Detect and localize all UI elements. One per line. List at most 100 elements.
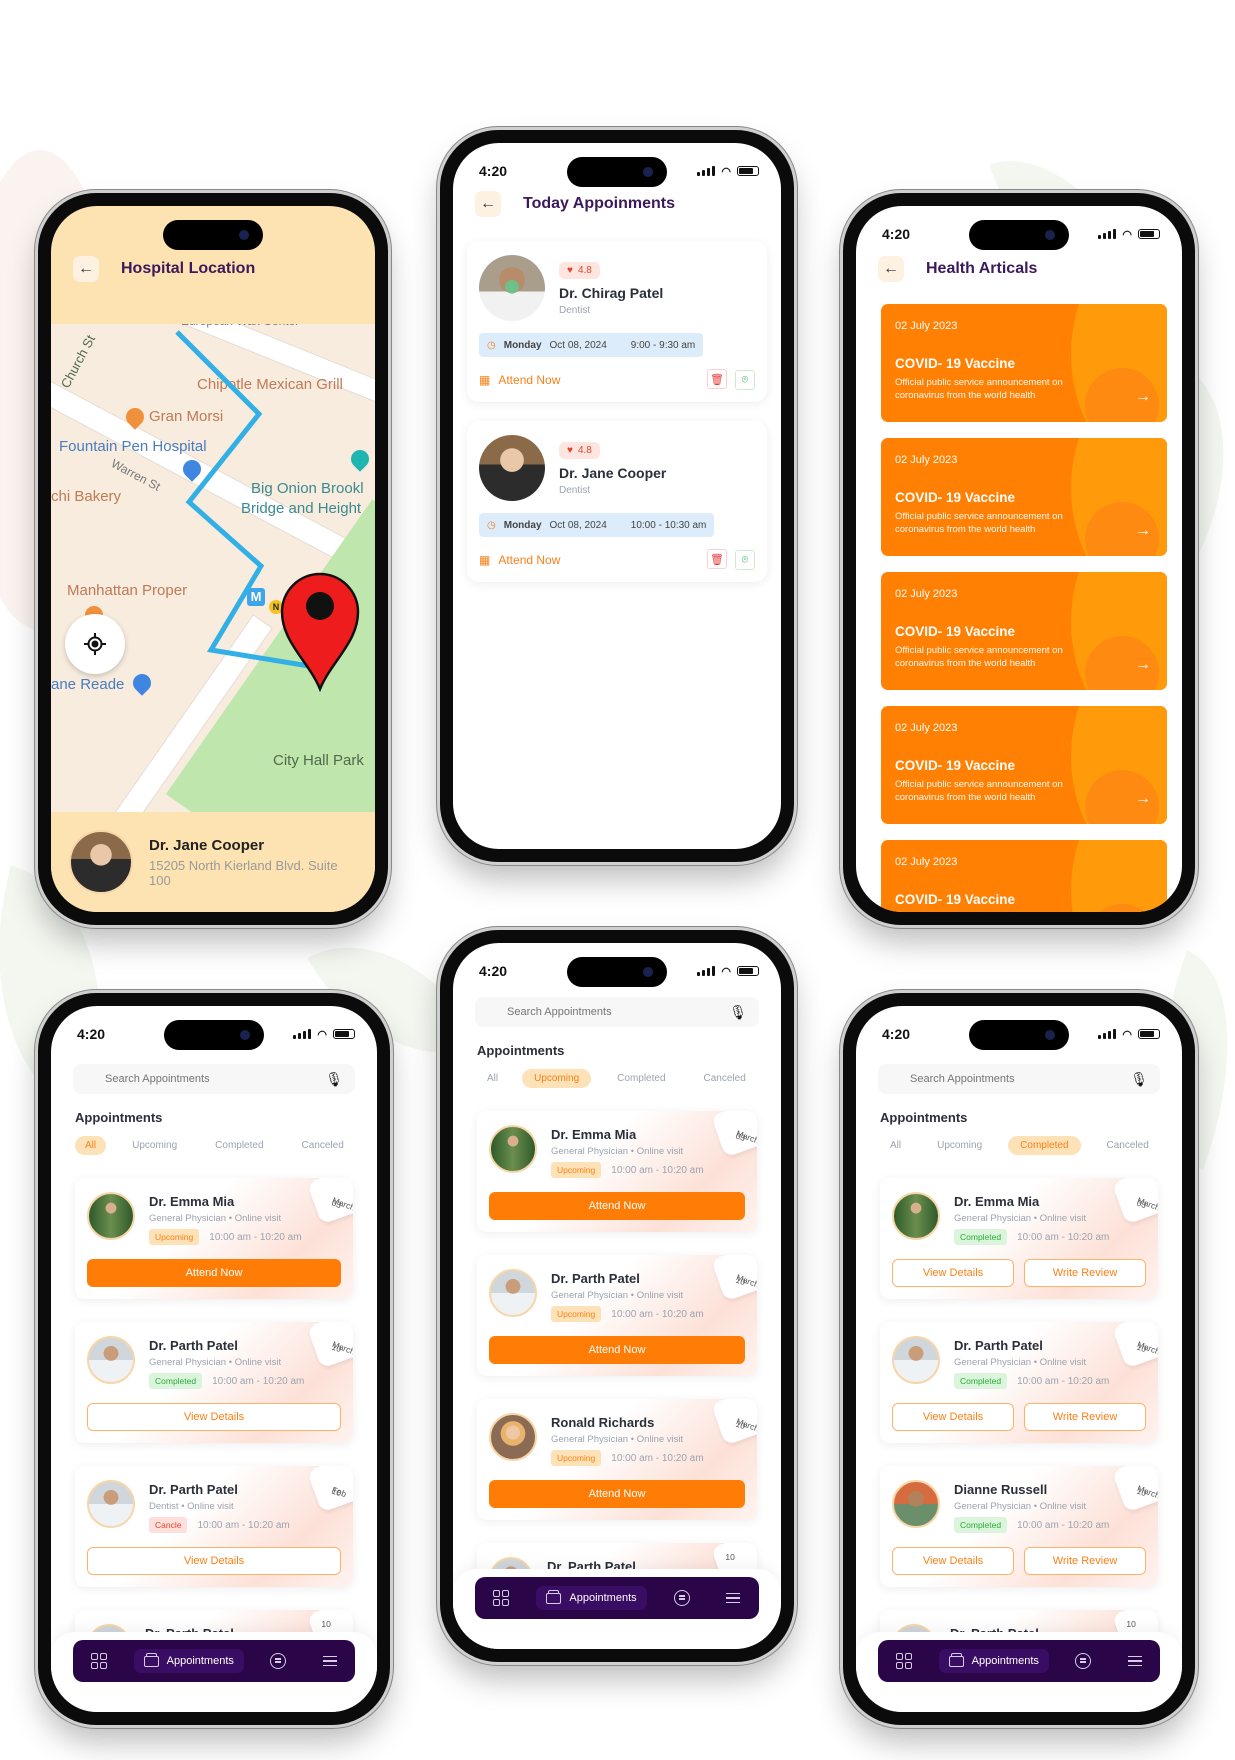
nav-menu[interactable]	[1118, 1650, 1152, 1672]
bottom-nav: Appointments	[73, 1640, 355, 1682]
doctor-avatar	[479, 255, 545, 321]
view-details-button[interactable]: View Details	[87, 1547, 341, 1575]
heart-icon: ♥	[567, 265, 573, 276]
appointment-card[interactable]: Dianne Russell General Physician • Onlin…	[880, 1466, 1158, 1587]
appointment-card[interactable]: Dr. Parth Patel General Physician • Onli…	[880, 1322, 1158, 1443]
map-view[interactable]: European Wax Center Church St Chipotle M…	[51, 324, 375, 829]
tab-all[interactable]: All	[75, 1136, 107, 1155]
article-date: 02 July 2023	[895, 856, 958, 868]
doctor-info-bar[interactable]: Dr. Jane Cooper 15205 North Kierland Blv…	[51, 812, 375, 912]
doctor-name: Dr. Emma Mia	[954, 1194, 1040, 1209]
attend-now-button[interactable]: ▦ Attend Now	[479, 553, 560, 567]
article-card[interactable]: 02 July 2023 COVID- 19 Vaccine Official …	[881, 706, 1167, 824]
search-input[interactable]	[507, 1006, 707, 1018]
appointment-card[interactable]: ♥ 4.8 Dr. Chirag Patel Dentist ◷ Monday O…	[467, 241, 767, 402]
delete-button[interactable]: 🗑	[707, 549, 727, 569]
search-bar[interactable]: 🎙	[475, 997, 759, 1027]
tab-canceled[interactable]: Canceled	[1095, 1136, 1161, 1155]
back-button[interactable]: ←	[73, 256, 99, 282]
today-appointments-screen: 4:20 ◠ ← Today Appoinments ♥ 4.8 Dr. Chir…	[453, 143, 781, 849]
microphone-icon[interactable]: 🎙	[325, 1071, 343, 1088]
search-input[interactable]	[910, 1073, 1110, 1085]
tab-all[interactable]: All	[880, 1136, 911, 1155]
dynamic-island	[163, 220, 263, 250]
location-button[interactable]: ⌾	[735, 550, 755, 570]
tab-all[interactable]: All	[477, 1069, 508, 1088]
dynamic-island	[164, 1020, 264, 1050]
write-review-button[interactable]: Write Review	[1024, 1403, 1146, 1431]
tab-canceled[interactable]: Canceled	[290, 1136, 356, 1155]
nav-menu[interactable]	[716, 1587, 750, 1609]
arrow-right-icon[interactable]: →	[1135, 388, 1151, 406]
microphone-icon[interactable]: 🎙	[1130, 1071, 1148, 1088]
view-details-button[interactable]: View Details	[892, 1547, 1014, 1575]
back-button[interactable]: ←	[878, 256, 904, 282]
nav-dashboard[interactable]	[886, 1647, 922, 1675]
my-location-button[interactable]	[65, 614, 125, 674]
tab-upcoming[interactable]: Upcoming	[925, 1136, 994, 1155]
microphone-icon[interactable]: 🎙	[729, 1004, 747, 1021]
nav-appointments[interactable]: Appointments	[938, 1649, 1049, 1673]
nav-dashboard[interactable]	[81, 1647, 117, 1675]
attend-now-button[interactable]: ▦ Attend Now	[479, 373, 560, 387]
article-description: Official public service announcement on …	[895, 779, 1063, 803]
nav-menu[interactable]	[313, 1650, 347, 1672]
nav-chat[interactable]	[664, 1584, 700, 1612]
arrow-right-icon[interactable]: →	[1135, 656, 1151, 674]
article-card[interactable]: 02 July 2023 COVID- 19 Vaccine Official …	[881, 438, 1167, 556]
nav-appointments[interactable]: Appointments	[536, 1586, 647, 1610]
appointment-card[interactable]: Dr. Parth Patel Dentist • Online visit C…	[75, 1466, 353, 1587]
status-tabs: All Upcoming Completed Canceled	[75, 1136, 356, 1155]
appointment-card[interactable]: Dr. Parth Patel General Physician • Onli…	[477, 1255, 757, 1376]
article-card[interactable]: 02 July 2023 COVID- 19 Vaccine Official …	[881, 840, 1167, 912]
delete-button[interactable]: 🗑	[707, 369, 727, 389]
dynamic-island	[969, 220, 1069, 250]
nav-appointments[interactable]: Appointments	[133, 1649, 244, 1673]
appointment-card[interactable]: Ronald Richards General Physician • Onli…	[477, 1399, 757, 1520]
tab-upcoming[interactable]: Upcoming	[120, 1136, 189, 1155]
attend-now-button[interactable]: Attend Now	[489, 1480, 745, 1508]
doctor-specialty: Dentist	[559, 305, 591, 316]
appointment-card[interactable]: ♥ 4.8 Dr. Jane Cooper Dentist ◷ Monday Oc…	[467, 421, 767, 582]
nav-chat[interactable]	[260, 1647, 296, 1675]
location-button[interactable]: ⌾	[735, 370, 755, 390]
arrow-right-icon[interactable]: →	[1135, 790, 1151, 808]
page-title: Hospital Location	[121, 260, 256, 277]
schedule-date: Oct 08, 2024	[549, 519, 607, 531]
appointments-completed-screen: 4:20 ◠ 🎙 Appointments All Upcoming Complet…	[856, 1006, 1182, 1712]
tab-completed[interactable]: Completed	[203, 1136, 275, 1155]
tab-completed[interactable]: Completed	[1008, 1136, 1081, 1155]
nav-dashboard[interactable]	[483, 1584, 519, 1612]
arrow-left-icon: ←	[480, 195, 496, 212]
appointment-card[interactable]: Dr. Emma Mia General Physician • Online …	[880, 1178, 1158, 1299]
back-button[interactable]: ←	[475, 191, 501, 217]
write-review-button[interactable]: Write Review	[1024, 1547, 1146, 1575]
view-details-button[interactable]: View Details	[87, 1403, 341, 1431]
tab-canceled[interactable]: Canceled	[692, 1069, 758, 1088]
wifi-icon: ◠	[317, 1028, 327, 1041]
date-day: 10	[1126, 1619, 1136, 1630]
search-bar[interactable]: 🎙	[73, 1064, 355, 1094]
nav-chat[interactable]	[1065, 1647, 1101, 1675]
view-details-button[interactable]: View Details	[892, 1259, 1014, 1287]
appointment-card[interactable]: Dr. Parth Patel General Physician • Onli…	[75, 1322, 353, 1443]
search-bar[interactable]: 🎙	[878, 1064, 1160, 1094]
view-details-button[interactable]: View Details	[892, 1403, 1014, 1431]
tab-upcoming[interactable]: Upcoming	[522, 1069, 592, 1088]
page-title: Health Articals	[926, 260, 1038, 277]
bottom-nav: Appointments	[475, 1577, 759, 1619]
arrow-right-icon[interactable]: →	[1135, 522, 1151, 540]
search-input[interactable]	[105, 1073, 305, 1085]
write-review-button[interactable]: Write Review	[1024, 1259, 1146, 1287]
attend-now-button[interactable]: Attend Now	[489, 1192, 745, 1220]
attend-now-button[interactable]: Attend Now	[87, 1259, 341, 1287]
doctor-avatar	[87, 1336, 135, 1384]
appointment-card[interactable]: Dr. Emma Mia General Physician • Online …	[477, 1111, 757, 1232]
article-card[interactable]: 02 July 2023 COVID- 19 Vaccine Official …	[881, 572, 1167, 690]
article-card[interactable]: 02 July 2023 COVID- 19 Vaccine Official …	[881, 304, 1167, 422]
rating-badge: ♥ 4.8	[559, 262, 600, 279]
attend-now-button[interactable]: Attend Now	[489, 1336, 745, 1364]
tab-completed[interactable]: Completed	[605, 1069, 677, 1088]
appointment-card[interactable]: Dr. Emma Mia General Physician • Online …	[75, 1178, 353, 1299]
doctor-name: Dr. Parth Patel	[149, 1338, 238, 1353]
